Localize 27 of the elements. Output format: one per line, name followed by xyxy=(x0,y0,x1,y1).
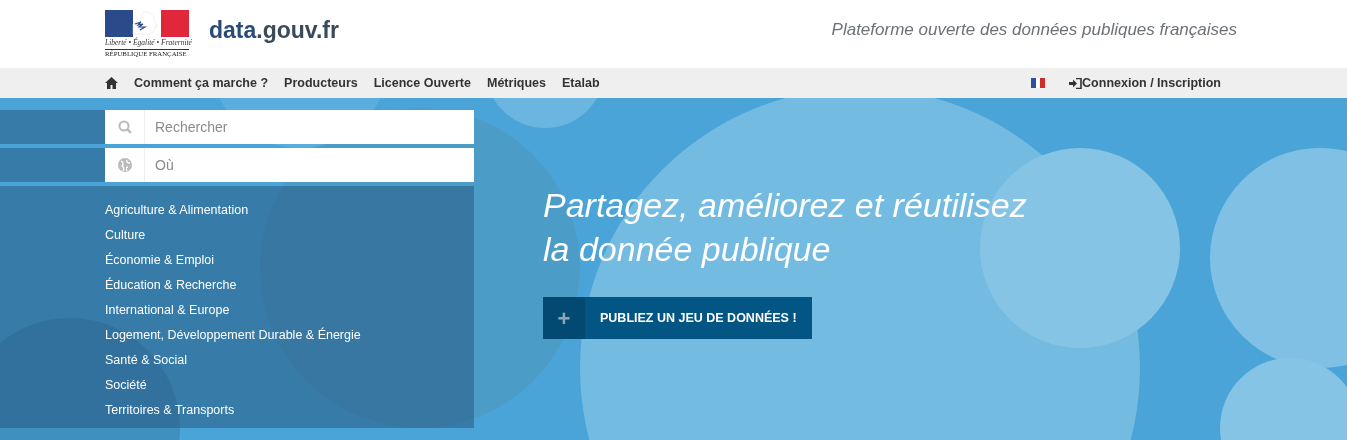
search-icon xyxy=(117,120,132,134)
marianne-logo-icon xyxy=(105,10,189,38)
category-link[interactable]: Santé & Social xyxy=(105,348,474,373)
nav-link[interactable]: Comment ça marche ? xyxy=(134,73,269,93)
nav-link[interactable]: Etalab xyxy=(562,73,600,93)
flag-icon[interactable] xyxy=(1031,78,1046,88)
hero-title: Partagez, améliorez et réutilisez la donnée publique xyxy=(543,185,1027,270)
nav-link[interactable]: Producteurs xyxy=(284,73,358,93)
nav-link[interactable]: Licence Ouverte xyxy=(373,73,471,93)
site-name[interactable]: data.gouv.fr xyxy=(209,12,339,48)
home-icon[interactable] xyxy=(105,77,118,89)
login-icon xyxy=(1069,77,1083,89)
search-field[interactable]: Rechercher xyxy=(105,110,474,144)
category-link[interactable]: Culture xyxy=(105,223,474,248)
login-link[interactable]: Connexion / Inscription xyxy=(1069,73,1221,93)
category-link[interactable]: Éducation & Recherche xyxy=(105,273,474,298)
globe-icon xyxy=(117,158,132,172)
search-field[interactable]: Où xyxy=(105,148,474,182)
publish-button[interactable]: + PUBLIEZ UN JEU DE DONNÉES ! xyxy=(543,297,812,339)
category-link[interactable]: Agriculture & Alimentation xyxy=(105,198,474,223)
category-link[interactable]: Société xyxy=(105,373,474,398)
category-link[interactable]: Territoires & Transports xyxy=(105,398,474,423)
nav-link[interactable]: Métriques xyxy=(487,73,547,93)
category-link[interactable]: Logement, Développement Durable & Énergie xyxy=(105,323,474,348)
category-link[interactable]: International & Europe xyxy=(105,298,474,323)
category-link[interactable]: Économie & Emploi xyxy=(105,248,474,273)
tagline: Plateforme ouverte des données publiques françaises xyxy=(831,19,1237,42)
